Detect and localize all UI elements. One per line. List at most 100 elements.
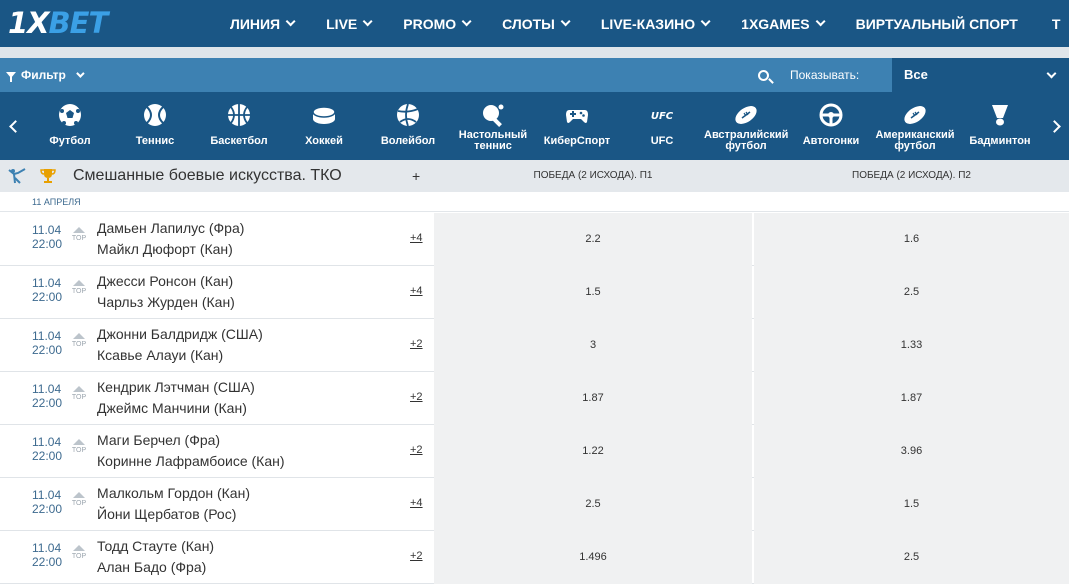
team-two[interactable]: Ксавье Алауи (Кан)	[97, 347, 223, 363]
nav-item-1xgames[interactable]: 1XGAMES	[741, 16, 826, 32]
sport-american-football[interactable]: Американский футбол	[873, 92, 957, 160]
match-row[interactable]: 11.04 22:00 TOP Джесси Ронсон (Кан) Чарльз Ж…	[0, 266, 1069, 319]
team-two[interactable]: Майкл Дюфорт (Кан)	[97, 241, 233, 257]
team-two[interactable]: Джеймс Манчини (Кан)	[97, 400, 247, 416]
top-arrow-icon	[73, 386, 85, 392]
sport-label: Бадминтон	[969, 135, 1031, 147]
team-two[interactable]: Коринне Лафрамбоисе (Кан)	[97, 453, 285, 469]
match-datetime: 11.04 22:00	[32, 435, 62, 463]
top-navigation: 1XBET ЛИНИЯ LIVE PROMO СЛОТЫ LIVE-КАЗИНО…	[0, 0, 1069, 47]
top-badge: TOP	[71, 492, 87, 508]
team-one[interactable]: Маги Берчел (Фра)	[97, 432, 220, 448]
more-markets-link[interactable]: +4	[410, 285, 423, 297]
nav-item-live-casino[interactable]: LIVE-КАЗИНО	[600, 15, 711, 32]
odd-p2[interactable]: 2.5	[754, 531, 1069, 584]
team-one[interactable]: Кендрик Лэтчман (США)	[97, 379, 255, 395]
nav-item-virtual-sport[interactable]: ВИРТУАЛЬНЫЙ СПОРТ	[856, 16, 1018, 32]
show-select-value: Все	[904, 67, 928, 82]
gamepad-icon	[566, 110, 588, 123]
odd-p1[interactable]: 3	[434, 319, 752, 372]
sport-football[interactable]: Футбол	[28, 92, 112, 160]
sport-label: Австралийский футбол	[704, 130, 788, 152]
column-header-p2: ПОБЕДА (2 ИСХОДА). П2	[852, 170, 971, 181]
search-icon[interactable]	[758, 70, 769, 81]
match-row[interactable]: 11.04 22:00 TOP Малкольм Гордон (Кан) Йони Щ…	[0, 478, 1069, 531]
scroll-left-button[interactable]	[0, 92, 30, 160]
match-row[interactable]: 11.04 22:00 TOP Кендрик Лэтчман (США) Джеймс…	[0, 372, 1069, 425]
more-markets-link[interactable]: +2	[410, 391, 423, 403]
rugby-ball-icon	[735, 106, 757, 124]
odd-p1[interactable]: 1.496	[434, 531, 752, 584]
sport-hockey[interactable]: Хоккей	[282, 92, 366, 160]
match-row[interactable]: 11.04 22:00 TOP Тодд Стауте (Кан) Алан Бадо …	[0, 531, 1069, 584]
odd-p2[interactable]: 1.5	[754, 478, 1069, 531]
odd-p1[interactable]: 1.22	[434, 425, 752, 478]
more-markets-link[interactable]: +4	[410, 497, 423, 509]
more-markets-link[interactable]: +2	[410, 550, 423, 562]
odd-p2[interactable]: 1.6	[754, 213, 1069, 266]
scroll-right-button[interactable]	[1039, 92, 1069, 160]
filter-toggle[interactable]: Фильтр	[6, 58, 85, 92]
chevron-down-icon	[700, 16, 711, 27]
date-header: 11 АПРЕЛЯ	[0, 192, 1069, 212]
sport-australian-football[interactable]: Австралийский футбол	[704, 92, 788, 160]
sport-badminton[interactable]: Бадминтон	[958, 92, 1042, 160]
more-markets-link[interactable]: +2	[410, 444, 423, 456]
sport-volleyball[interactable]: Волейбол	[366, 92, 450, 160]
sport-basketball[interactable]: Баскетбол	[197, 92, 281, 160]
nav-item-more[interactable]: Т	[1052, 16, 1061, 32]
sport-label-line2: футбол	[894, 140, 936, 152]
odd-p2[interactable]: 1.87	[754, 372, 1069, 425]
ufc-logo-icon: UFC	[651, 111, 674, 122]
nav-item-live[interactable]: LIVE	[326, 16, 373, 32]
add-to-favorites-button[interactable]: +	[412, 160, 420, 192]
show-select[interactable]: Все	[892, 58, 1069, 92]
league-title[interactable]: Смешанные боевые искусства. ТКО	[73, 160, 342, 192]
more-markets-link[interactable]: +4	[410, 232, 423, 244]
chevron-down-icon	[285, 16, 296, 27]
brand-logo[interactable]: 1XBET	[8, 6, 108, 40]
match-row[interactable]: 11.04 22:00 TOP Джонни Балдридж (США) Ксавье…	[0, 319, 1069, 372]
match-date: 11.04	[32, 329, 62, 343]
league-header: Смешанные боевые искусства. ТКО + ПОБЕДА…	[0, 160, 1069, 192]
nav-item-line[interactable]: ЛИНИЯ	[230, 16, 296, 32]
top-arrow-icon	[73, 492, 85, 498]
top-badge: TOP	[71, 439, 87, 455]
match-datetime: 11.04 22:00	[32, 276, 62, 304]
team-one[interactable]: Тодд Стауте (Кан)	[97, 538, 214, 554]
steering-wheel-icon	[819, 103, 843, 127]
chevron-down-icon	[362, 16, 373, 27]
team-two[interactable]: Йони Щербатов (Рос)	[97, 506, 236, 522]
sport-ufc[interactable]: UFC UFC	[620, 92, 704, 160]
team-one[interactable]: Малкольм Гордон (Кан)	[97, 485, 250, 501]
team-one[interactable]: Джонни Балдридж (США)	[97, 326, 263, 342]
match-time: 22:00	[32, 555, 63, 569]
odd-p1[interactable]: 2.2	[434, 213, 752, 266]
odd-p1[interactable]: 1.5	[434, 266, 752, 319]
top-label: TOP	[71, 553, 87, 560]
team-two[interactable]: Алан Бадо (Фра)	[97, 559, 206, 575]
odd-p2[interactable]: 2.5	[754, 266, 1069, 319]
odd-p2[interactable]: 1.33	[754, 319, 1069, 372]
sport-table-tennis[interactable]: Настольный теннис	[451, 92, 535, 160]
match-row[interactable]: 11.04 22:00 TOP Дамьен Лапилус (Фра) Майкл Д…	[0, 213, 1069, 266]
odd-p1[interactable]: 2.5	[434, 478, 752, 531]
chevron-down-icon	[461, 16, 472, 27]
match-date: 11.04	[32, 435, 62, 449]
sport-motorsport[interactable]: Автогонки	[789, 92, 873, 160]
nav-item-promo[interactable]: PROMO	[403, 16, 472, 32]
match-row[interactable]: 11.04 22:00 TOP Маги Берчел (Фра) Коринне Ла…	[0, 425, 1069, 478]
odd-p2[interactable]: 3.96	[754, 425, 1069, 478]
match-datetime: 11.04 22:00	[32, 488, 62, 516]
match-time: 22:00	[32, 290, 63, 304]
team-one[interactable]: Джесси Ронсон (Кан)	[97, 273, 233, 289]
svg-text:UFC: UFC	[651, 111, 674, 122]
nav-label: LIVE-КАЗИНО	[600, 15, 696, 32]
sport-esports[interactable]: КиберСпорт	[535, 92, 619, 160]
odd-p1[interactable]: 1.87	[434, 372, 752, 425]
sport-tennis[interactable]: Теннис	[113, 92, 197, 160]
team-two[interactable]: Чарльз Журден (Кан)	[97, 294, 235, 310]
more-markets-link[interactable]: +2	[410, 338, 423, 350]
nav-item-slots[interactable]: СЛОТЫ	[502, 16, 571, 32]
team-one[interactable]: Дамьен Лапилус (Фра)	[97, 220, 244, 236]
